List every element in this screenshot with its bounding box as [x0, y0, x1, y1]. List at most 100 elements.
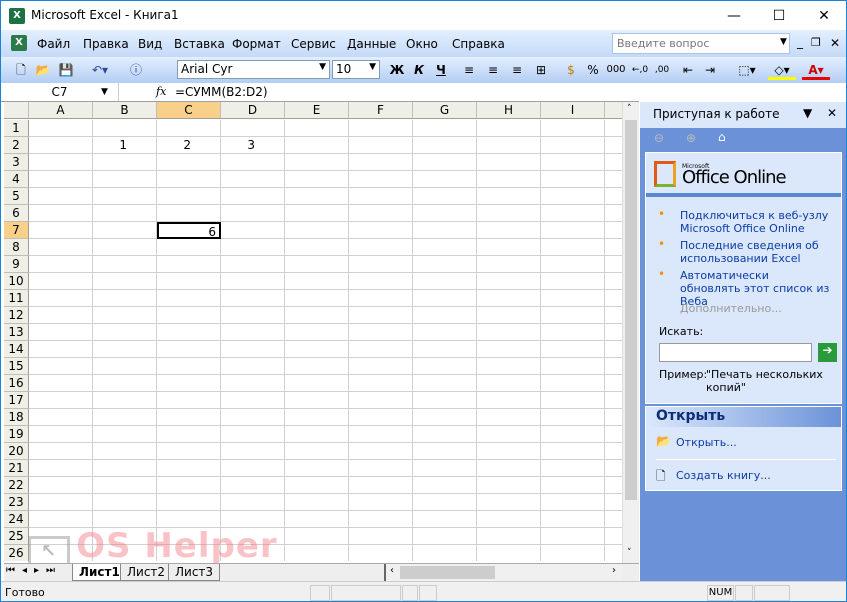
menu-3[interactable]: Вставка — [174, 37, 225, 51]
cell[interactable] — [541, 494, 605, 511]
doc-close-button[interactable]: ✕ — [830, 36, 840, 50]
row-header[interactable]: 25 — [4, 528, 29, 545]
cell[interactable] — [413, 511, 477, 528]
home-icon[interactable]: ⌂ — [718, 130, 726, 144]
cell[interactable] — [605, 188, 622, 205]
cell[interactable] — [93, 239, 157, 256]
cell[interactable] — [477, 120, 541, 137]
cell[interactable] — [605, 341, 622, 358]
cell[interactable] — [541, 137, 605, 154]
cell[interactable] — [605, 392, 622, 409]
cell[interactable] — [29, 375, 93, 392]
scroll-down-icon[interactable]: ˅ — [627, 548, 632, 558]
cell[interactable] — [349, 511, 413, 528]
row-header[interactable]: 5 — [4, 188, 29, 205]
cell[interactable] — [349, 324, 413, 341]
cell[interactable] — [477, 409, 541, 426]
cell[interactable] — [413, 307, 477, 324]
cell[interactable] — [349, 443, 413, 460]
column-header[interactable]: I — [541, 102, 605, 119]
cell[interactable] — [477, 205, 541, 222]
cell[interactable] — [93, 222, 157, 239]
prev-sheet-icon[interactable]: ◂ — [22, 565, 27, 576]
font-color-icon[interactable]: A▾ — [802, 60, 830, 80]
cell[interactable] — [349, 171, 413, 188]
menu-4[interactable]: Формат — [232, 37, 281, 51]
cell[interactable] — [413, 426, 477, 443]
cell[interactable] — [221, 188, 285, 205]
row-header[interactable]: 19 — [4, 426, 29, 443]
row-header[interactable]: 14 — [4, 341, 29, 358]
cell[interactable] — [93, 188, 157, 205]
cell[interactable] — [93, 341, 157, 358]
cell[interactable] — [349, 154, 413, 171]
cell[interactable] — [349, 273, 413, 290]
cell[interactable] — [349, 120, 413, 137]
cell[interactable] — [221, 392, 285, 409]
cell[interactable] — [221, 494, 285, 511]
cell[interactable] — [541, 273, 605, 290]
cell[interactable] — [349, 494, 413, 511]
open-icon[interactable]: 📂 — [34, 60, 52, 80]
cell[interactable] — [477, 171, 541, 188]
next-sheet-icon[interactable]: ▸ — [34, 565, 39, 576]
cell[interactable] — [477, 477, 541, 494]
column-header[interactable]: A — [29, 102, 93, 119]
first-sheet-icon[interactable]: ⏮ — [6, 565, 15, 576]
save-icon[interactable]: 💾 — [58, 60, 74, 80]
cell[interactable] — [605, 494, 622, 511]
cell[interactable] — [29, 205, 93, 222]
cell[interactable] — [477, 324, 541, 341]
doc-restore-button[interactable]: ❐ — [811, 36, 821, 49]
cell[interactable] — [285, 188, 349, 205]
cell[interactable] — [349, 222, 413, 239]
cell[interactable] — [413, 528, 477, 545]
cell[interactable] — [541, 477, 605, 494]
cell[interactable] — [477, 137, 541, 154]
cell[interactable] — [477, 392, 541, 409]
cell[interactable] — [413, 171, 477, 188]
cell[interactable] — [221, 511, 285, 528]
row-header[interactable]: 11 — [4, 290, 29, 307]
cell[interactable] — [29, 239, 93, 256]
cell[interactable] — [541, 307, 605, 324]
cell[interactable] — [541, 222, 605, 239]
cell[interactable] — [477, 528, 541, 545]
cell[interactable] — [541, 375, 605, 392]
cell[interactable] — [29, 188, 93, 205]
cell[interactable] — [541, 324, 605, 341]
row-header[interactable]: 23 — [4, 494, 29, 511]
row-header[interactable]: 1 — [4, 120, 29, 137]
scroll-up-icon[interactable]: ˄ — [627, 104, 632, 114]
new-workbook-link[interactable]: Создать книгу... — [676, 469, 771, 482]
cell[interactable] — [285, 545, 349, 561]
cell[interactable] — [349, 426, 413, 443]
menu-2[interactable]: Вид — [138, 37, 162, 51]
cell[interactable] — [221, 205, 285, 222]
column-header[interactable]: G — [413, 102, 477, 119]
cell[interactable] — [157, 154, 221, 171]
cell[interactable] — [413, 188, 477, 205]
cell[interactable] — [285, 375, 349, 392]
currency-icon[interactable]: $ — [562, 60, 580, 80]
cell[interactable] — [157, 205, 221, 222]
cell[interactable] — [93, 290, 157, 307]
merge-center-icon[interactable]: ⊞ — [532, 60, 550, 80]
cell[interactable] — [285, 290, 349, 307]
cell[interactable] — [349, 307, 413, 324]
cell[interactable] — [93, 511, 157, 528]
cell[interactable] — [285, 443, 349, 460]
cell[interactable] — [157, 494, 221, 511]
cell[interactable] — [221, 256, 285, 273]
cell[interactable] — [221, 409, 285, 426]
cell[interactable] — [93, 426, 157, 443]
cell[interactable] — [221, 290, 285, 307]
column-header[interactable] — [605, 102, 622, 119]
cell[interactable] — [285, 205, 349, 222]
align-right-icon[interactable]: ≡ — [508, 60, 526, 80]
cell[interactable] — [221, 358, 285, 375]
cell[interactable] — [157, 545, 221, 561]
cell[interactable] — [221, 545, 285, 561]
cell[interactable] — [477, 375, 541, 392]
cell[interactable] — [541, 460, 605, 477]
